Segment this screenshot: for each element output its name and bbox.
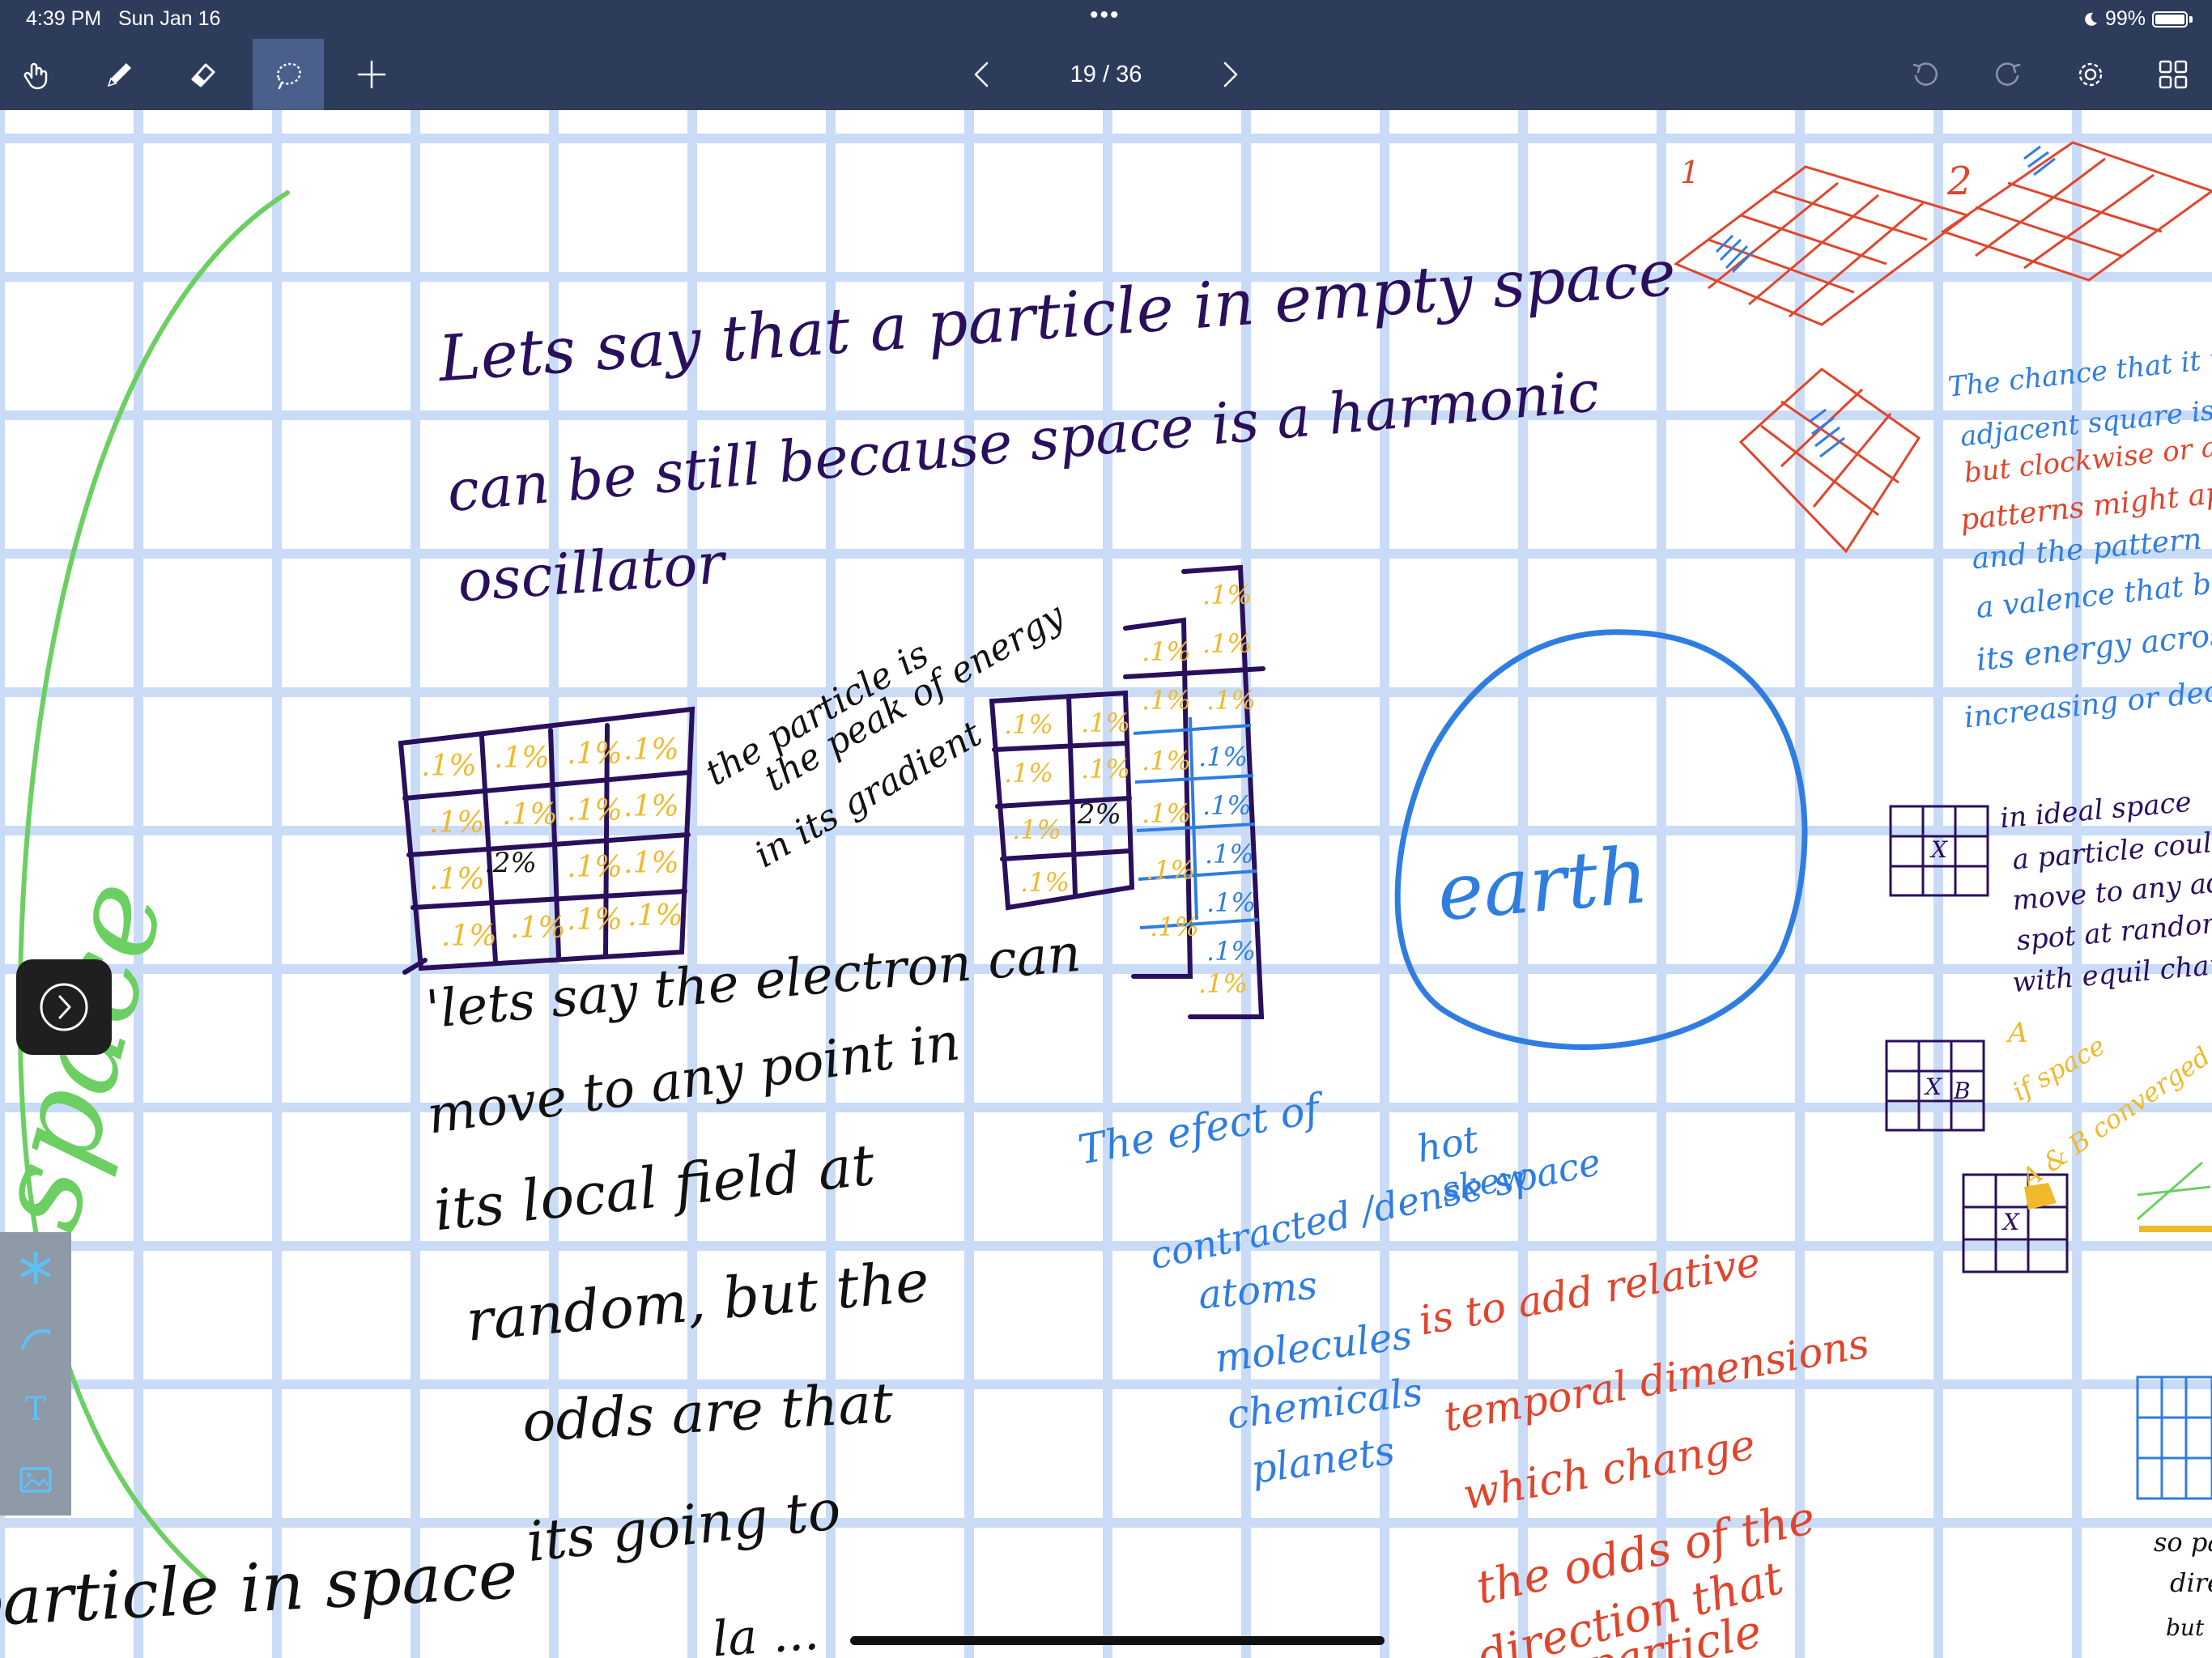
status-bar: 4:39 PM Sun Jan 16 ••• 99% [0, 0, 2212, 39]
cell-percentage: .1% [567, 903, 623, 937]
left-grid-center-pct: .2% [484, 847, 537, 879]
middle-grid-center-pct: .2% [1069, 798, 1121, 831]
label-a: A [2008, 1017, 2028, 1049]
cell-percentage: .1% [494, 742, 550, 775]
rc-number-1: 1 [1680, 155, 1700, 190]
label-x-1: X [1931, 836, 1947, 863]
notebook-canvas[interactable]: Lets say that a particle in empty space … [0, 110, 2212, 1658]
cell-percentage: .1% [1198, 968, 1248, 999]
cell-percentage: .1% [567, 794, 623, 827]
cell-percentage: .1% [1142, 636, 1191, 667]
grid-view-button[interactable] [2138, 39, 2209, 110]
cell-percentage: .1% [510, 912, 566, 945]
cell-percentage: .1% [421, 750, 477, 783]
next-page-button[interactable] [1193, 39, 1265, 110]
battery-icon [2152, 11, 2188, 28]
sidebar-toggle-button[interactable] [16, 959, 112, 1055]
cell-percentage: .1% [441, 920, 497, 953]
settings-button[interactable] [2055, 39, 2126, 110]
battery-percent: 99% [2104, 7, 2146, 30]
ink-tool-button[interactable] [11, 1314, 60, 1363]
cell-percentage: .1% [429, 806, 485, 840]
text-tool-button[interactable]: T [11, 1385, 60, 1434]
plus-icon [357, 60, 386, 89]
cell-percentage: .1% [1020, 867, 1070, 898]
pen-tool-button[interactable] [84, 39, 155, 110]
page-indicator[interactable]: 19 / 36 [1009, 39, 1203, 110]
redo-icon [1995, 62, 2021, 86]
moon-icon [2085, 12, 2097, 26]
undo-button[interactable] [1890, 39, 1961, 110]
blue-small-grid [2136, 1375, 2212, 1500]
bottom-right-2: dire [2170, 1567, 2212, 1598]
home-indicator[interactable] [850, 1636, 1385, 1645]
cell-percentage: .1% [1198, 742, 1248, 772]
text-tool-icon: T [24, 1390, 47, 1428]
cell-percentage: .1% [1081, 754, 1130, 784]
cell-percentage: .1% [1004, 758, 1053, 789]
chevron-right-icon [1223, 62, 1238, 87]
cell-percentage: .1% [1004, 709, 1053, 740]
bottom-right-3: but [2166, 1614, 2205, 1641]
cell-percentage: .1% [1206, 887, 1256, 918]
image-icon [19, 1467, 52, 1493]
lasso-tool-button[interactable] [253, 39, 324, 110]
ink-curve-icon [21, 1329, 51, 1350]
image-tool-button[interactable] [11, 1456, 60, 1504]
pencil-icon [107, 63, 131, 87]
cell-percentage: .1% [1142, 685, 1191, 716]
prev-page-button[interactable] [947, 39, 1019, 110]
status-right: 99% [2082, 7, 2193, 31]
multitasking-dots[interactable]: ••• [1090, 2, 1121, 29]
cell-percentage: .1% [1206, 936, 1256, 967]
cell-percentage: .1% [627, 899, 683, 933]
cell-percentage: .1% [502, 798, 558, 831]
cell-percentage: .1% [1081, 708, 1130, 738]
redo-button[interactable] [1972, 39, 2044, 110]
gear-icon [2078, 62, 2103, 87]
sparkle-tool-button[interactable] [11, 1244, 60, 1292]
cell-percentage: .1% [567, 738, 623, 771]
cell-percentage: .1% [567, 851, 623, 884]
tools-panel: T [0, 1232, 71, 1516]
eraser-icon [191, 63, 215, 87]
label-b: B [1954, 1078, 1971, 1104]
cell-percentage: .1% [623, 790, 679, 823]
label-x-3: X [2003, 1209, 2019, 1235]
cell-percentage: .1% [623, 733, 679, 767]
green-graph-sketch [2137, 1161, 2211, 1221]
cell-percentage: .1% [1142, 798, 1191, 829]
cell-percentage: .1% [1202, 790, 1252, 821]
hand-icon [23, 62, 48, 90]
grid-view-icon [2159, 60, 2188, 89]
cell-percentage: .1% [1202, 580, 1252, 610]
cell-percentage: .1% [1206, 685, 1256, 716]
rc-number-2: 2 [1947, 159, 1972, 204]
cell-percentage: .1% [1205, 839, 1254, 869]
status-time-date: 4:39 PM Sun Jan 16 [26, 7, 221, 30]
cell-percentage: .1% [1142, 746, 1191, 776]
chevron-left-icon [974, 62, 989, 87]
lasso-icon [277, 62, 301, 90]
undo-icon [1912, 62, 1938, 86]
cell-percentage: .1% [623, 847, 679, 880]
hand-tool-button[interactable] [2, 39, 73, 110]
bottom-right-1: so pa [2154, 1527, 2212, 1558]
cell-percentage: .1% [1150, 912, 1199, 942]
label-x-2: X [1925, 1073, 1942, 1100]
cell-percentage: .1% [1146, 855, 1195, 886]
cell-percentage: .1% [1012, 814, 1061, 845]
sparkle-icon [20, 1251, 51, 1285]
chevron-right-icon [40, 983, 88, 1031]
electron-line-7: la ... [710, 1604, 821, 1658]
add-button[interactable] [336, 39, 407, 110]
cell-percentage: .1% [429, 863, 485, 896]
toolbar: 19 / 36 [0, 39, 2212, 110]
earth-label: earth [1433, 829, 1652, 939]
cell-percentage: .1% [1202, 628, 1252, 659]
eraser-tool-button[interactable] [167, 39, 238, 110]
